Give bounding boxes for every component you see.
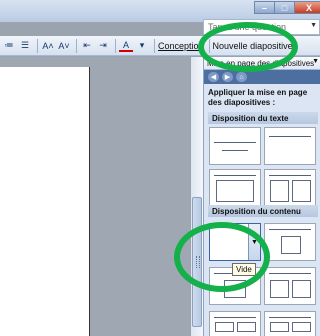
- highlight-ring: [174, 222, 270, 292]
- layout-placeholder: [292, 280, 311, 298]
- close-button[interactable]: X: [294, 1, 320, 14]
- chevron-down-icon[interactable]: ▼: [310, 22, 317, 29]
- toolbar-separator: [115, 38, 116, 53]
- layout-title-slide[interactable]: [209, 127, 261, 165]
- layout-placeholder: [216, 180, 254, 202]
- toolbar-separator: [76, 38, 77, 53]
- chevron-down-icon[interactable]: ▼: [312, 58, 319, 65]
- indent-more-icon[interactable]: ⇥: [96, 38, 110, 54]
- apply-layout-heading: Appliquer la mise en page des diapositiv…: [208, 88, 308, 107]
- dropdown-icon[interactable]: ▾: [135, 38, 149, 54]
- task-pane-nav: ◀ ▶ ⌂: [204, 70, 320, 84]
- minimize-button[interactable]: –: [254, 1, 275, 14]
- layout-line: [222, 150, 248, 151]
- window-controls: – □ X: [254, 1, 320, 14]
- highlight-ring: [198, 22, 298, 72]
- layout-four-content[interactable]: [209, 311, 261, 336]
- conception-button[interactable]: Conception: [158, 38, 204, 54]
- vertical-scrollbar[interactable]: [191, 57, 203, 336]
- layout-placeholder: [215, 322, 234, 332]
- indent-less-icon[interactable]: ⇤: [80, 38, 94, 54]
- layout-line: [269, 273, 311, 274]
- section-content-layouts: Disposition du contenu: [208, 205, 318, 217]
- layout-two-columns[interactable]: [264, 169, 316, 207]
- font-grow-icon[interactable]: A˄: [41, 38, 55, 54]
- layout-content[interactable]: [264, 223, 316, 261]
- layout-placeholder: [270, 180, 289, 202]
- layout-line: [269, 175, 311, 176]
- layout-placeholder: [270, 280, 289, 298]
- layout-line: [214, 317, 256, 318]
- numbering-icon[interactable]: ☰: [18, 38, 32, 54]
- layout-title-only[interactable]: [264, 127, 316, 165]
- font-color-icon[interactable]: A: [119, 39, 133, 52]
- slide-canvas[interactable]: [0, 67, 90, 336]
- layout-line: [214, 142, 256, 143]
- forward-icon[interactable]: ▶: [222, 72, 233, 82]
- home-icon[interactable]: ⌂: [236, 72, 247, 82]
- toolbar-separator: [154, 38, 155, 53]
- task-pane: Mise en page des diapositives ▼ ◀ ▶ ⌂ Ap…: [203, 57, 320, 336]
- layout-placeholder: [292, 180, 311, 202]
- bullets-icon[interactable]: ≔: [2, 38, 16, 54]
- layout-placeholder: [237, 322, 256, 332]
- layout-title-text[interactable]: [209, 169, 261, 207]
- layout-line: [269, 317, 311, 318]
- layout-placeholder: [292, 322, 311, 332]
- layout-two-content[interactable]: [264, 267, 316, 305]
- document-area: [0, 57, 190, 336]
- section-text-layouts: Disposition du texte: [208, 112, 318, 124]
- toolbar-separator: [37, 38, 38, 53]
- layout-four-content-alt[interactable]: [264, 311, 316, 336]
- layout-line: [214, 175, 256, 176]
- maximize-button[interactable]: □: [274, 1, 295, 14]
- layout-line: [269, 136, 311, 137]
- layout-placeholder: [281, 236, 301, 254]
- layout-line: [269, 229, 311, 230]
- layout-placeholder: [270, 322, 289, 332]
- back-icon[interactable]: ◀: [208, 72, 219, 82]
- font-shrink-icon[interactable]: A˅: [57, 38, 71, 54]
